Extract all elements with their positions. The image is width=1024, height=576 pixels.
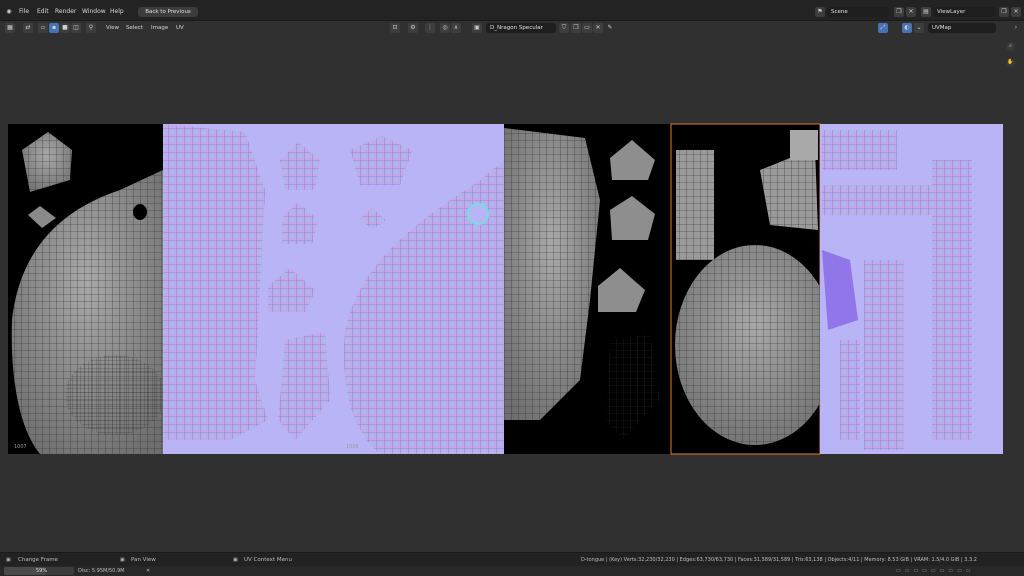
tile-label-1008: 1008 bbox=[346, 444, 359, 450]
tile-label-1007: 1007 bbox=[14, 444, 27, 450]
udim-tile-normal-b bbox=[820, 124, 1003, 454]
status-pan-view: Pan View bbox=[131, 557, 156, 563]
progress-bar: 59% bbox=[4, 567, 74, 575]
status-change-frame: Change Frame bbox=[18, 557, 58, 563]
cancel-job-icon[interactable]: ✕ bbox=[146, 567, 150, 575]
udim-tile-1008 bbox=[341, 124, 504, 454]
udim-tile-1007 bbox=[8, 124, 165, 454]
disk-usage: Disc: 5.95M/50.9M bbox=[78, 568, 125, 574]
udim-tiles bbox=[8, 123, 1003, 455]
status-bar: ▣ Change Frame ▣ Pan View ▣ UV Context M… bbox=[0, 552, 1024, 567]
status-stats: D-tongue | (Key) Verts:32,230/32,230 | E… bbox=[581, 557, 977, 563]
udim-tile-selected bbox=[670, 123, 835, 455]
udim-tile-normal-a bbox=[163, 124, 341, 454]
tray-icons: ▭▭▭▭▭▭▭▭▭ bbox=[896, 568, 975, 574]
mouse-middle-icon: ▣ bbox=[120, 557, 125, 563]
mouse-right-icon: ▣ bbox=[233, 557, 238, 563]
progress-label: 59% bbox=[36, 568, 48, 574]
udim-tile-grey-b bbox=[504, 124, 671, 454]
mouse-left-icon: ▣ bbox=[6, 557, 11, 563]
status-uv-context-menu: UV Context Menu bbox=[244, 557, 292, 563]
bottom-bar: 59% Disc: 5.95M/50.9M ✕ ▭▭▭▭▭▭▭▭▭ bbox=[0, 566, 1024, 576]
